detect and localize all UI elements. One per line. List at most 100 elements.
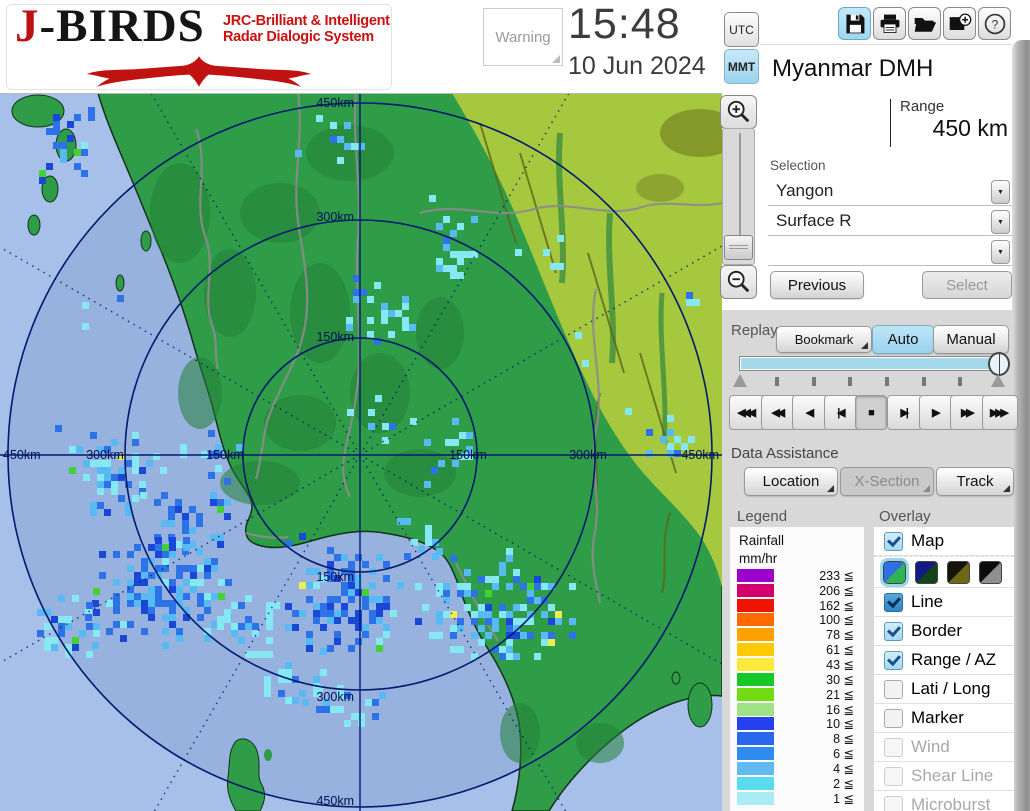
location-button[interactable]: Location	[744, 467, 838, 496]
legend-row: 233 ≦	[730, 568, 864, 583]
legend-value: 100 ≦	[819, 613, 854, 628]
step-forward-button[interactable]: ▶|	[887, 395, 923, 430]
previous-button[interactable]: Previous	[770, 271, 864, 299]
legend-color-swatch	[737, 628, 774, 642]
save-button[interactable]	[838, 7, 871, 40]
rangeaz-checkbox[interactable]	[884, 650, 903, 670]
border-checkbox[interactable]	[884, 621, 903, 641]
legend-row: 6 ≦	[730, 746, 864, 761]
play-reverse-button[interactable]: ◀	[792, 395, 829, 430]
legend-value: 78 ≦	[826, 628, 854, 643]
legend-row: 61 ≦	[730, 642, 864, 657]
overlay-row-wind[interactable]: Wind	[874, 733, 1014, 762]
legend-value: 30 ≦	[826, 672, 854, 687]
legend-value: 206 ≦	[819, 583, 854, 598]
add-image-button[interactable]	[943, 7, 976, 40]
jump-end-button[interactable]: ▶▶▶	[981, 395, 1018, 430]
marker-checkbox[interactable]	[884, 708, 903, 728]
range-label: Range	[900, 98, 945, 115]
map-style-swatch-2[interactable]	[915, 560, 938, 584]
range-label-text: 450km	[3, 448, 41, 462]
check-icon	[887, 532, 901, 547]
legend-color-swatch	[737, 776, 774, 790]
overlay-row-line[interactable]: Line	[874, 588, 1014, 617]
zoom-out-button[interactable]	[720, 265, 757, 299]
x-section-button[interactable]: X-Section	[840, 467, 934, 496]
site-dropdown[interactable]: Yangon ▼	[768, 178, 1012, 206]
replay-label: Replay	[731, 322, 778, 339]
overlay-label: Border	[911, 621, 963, 640]
latilong-checkbox[interactable]	[884, 679, 903, 699]
chevron-down-icon[interactable]: ▼	[991, 210, 1010, 234]
map-style-swatch-3[interactable]	[947, 560, 970, 584]
slider-end-marker[interactable]	[991, 374, 1005, 387]
legend-row: 162 ≦	[730, 598, 864, 613]
overlay-label: Shear Line	[911, 766, 994, 785]
rewind-button[interactable]: ◀◀	[760, 395, 797, 430]
select-button[interactable]: Select	[922, 271, 1012, 299]
legend-value: 8 ≦	[833, 732, 854, 747]
menu-corner-icon	[1003, 485, 1010, 492]
range-label-text: 150km	[316, 570, 354, 584]
fast-forward-button[interactable]: ▶▶	[950, 395, 987, 430]
overlay-row-shearline[interactable]: Shear Line	[874, 762, 1014, 791]
radar-map[interactable]: 450km 300km 150km 150km 300km 450km 450km 300km…	[0, 93, 722, 811]
overlay-row-latilong[interactable]: Lati / Long	[874, 675, 1014, 704]
legend-value: 4 ≦	[833, 761, 854, 776]
legend-value: 233 ≦	[819, 568, 854, 583]
warning-button[interactable]: Warning	[483, 8, 563, 66]
legend-color-swatch	[737, 598, 774, 612]
print-button[interactable]	[873, 7, 906, 40]
range-label-text: 150km	[316, 330, 354, 344]
map-style-swatch-4[interactable]	[979, 560, 1002, 584]
map-zoom-control	[720, 95, 758, 299]
zoom-slider[interactable]	[722, 128, 755, 265]
chevron-down-icon[interactable]: ▼	[991, 240, 1010, 264]
slider-tick	[958, 377, 962, 386]
overlay-label: Line	[911, 592, 944, 611]
manual-button[interactable]: Manual	[933, 325, 1009, 354]
zoom-slider-thumb[interactable]	[724, 235, 753, 260]
zoom-in-button[interactable]	[720, 95, 757, 129]
auto-button[interactable]: Auto	[872, 325, 934, 354]
overlay-row-rangeaz[interactable]: Range / AZ	[874, 646, 1014, 675]
map-checkbox[interactable]	[884, 531, 903, 551]
jump-start-button[interactable]: ◀◀◀	[729, 395, 765, 430]
chevron-down-icon[interactable]: ▼	[991, 180, 1010, 204]
slider-tick	[812, 377, 816, 386]
legend-color-swatch	[737, 747, 774, 761]
legend-box: Rainfall mm/hr 233 ≦ 206 ≦ 162 ≦ 100 ≦ 78 ≦ 6…	[730, 527, 864, 811]
open-folder-button[interactable]	[908, 7, 941, 40]
option-dropdown[interactable]: ▼	[768, 238, 1012, 266]
overlay-row-microburst[interactable]: Microburst	[874, 791, 1014, 811]
overlay-row-map[interactable]: Map	[874, 527, 1014, 556]
timezone-button-mmt[interactable]: MMT	[724, 49, 759, 84]
replay-slider-thumb[interactable]	[988, 352, 1010, 376]
legend-row: 4 ≦	[730, 761, 864, 776]
play-button[interactable]: ▶	[918, 395, 955, 430]
replay-slider-track[interactable]	[739, 356, 1005, 371]
overlay-row-marker[interactable]: Marker	[874, 704, 1014, 733]
magnifier-minus-icon	[727, 270, 749, 293]
logo-subtitle: JRC-Brilliant & Intelligent Radar Dialog…	[223, 13, 390, 45]
slider-start-marker[interactable]	[733, 374, 747, 387]
check-icon	[887, 593, 901, 608]
line-checkbox[interactable]	[884, 592, 903, 612]
bookmark-button[interactable]: Bookmark	[776, 326, 872, 353]
timezone-button-utc[interactable]: UTC	[724, 12, 759, 47]
warning-resize-handle[interactable]	[552, 55, 560, 63]
open-folder-icon	[914, 17, 936, 32]
overlay-row-border[interactable]: Border	[874, 617, 1014, 646]
legend-color-swatch	[737, 732, 774, 746]
step-back-button[interactable]: |◀	[823, 395, 860, 430]
product-dropdown[interactable]: Surface R ▼	[768, 208, 1012, 236]
help-button[interactable]: ?	[978, 7, 1011, 40]
map-style-swatch-1[interactable]	[880, 557, 909, 587]
menu-corner-icon	[827, 485, 834, 492]
slider-tick	[848, 377, 852, 386]
track-button[interactable]: Track	[936, 467, 1014, 496]
stop-button[interactable]: ■	[855, 395, 888, 430]
legend-value: 16 ≦	[826, 702, 854, 717]
svg-text:?: ?	[991, 17, 998, 31]
legend-value: 21 ≦	[826, 687, 854, 702]
